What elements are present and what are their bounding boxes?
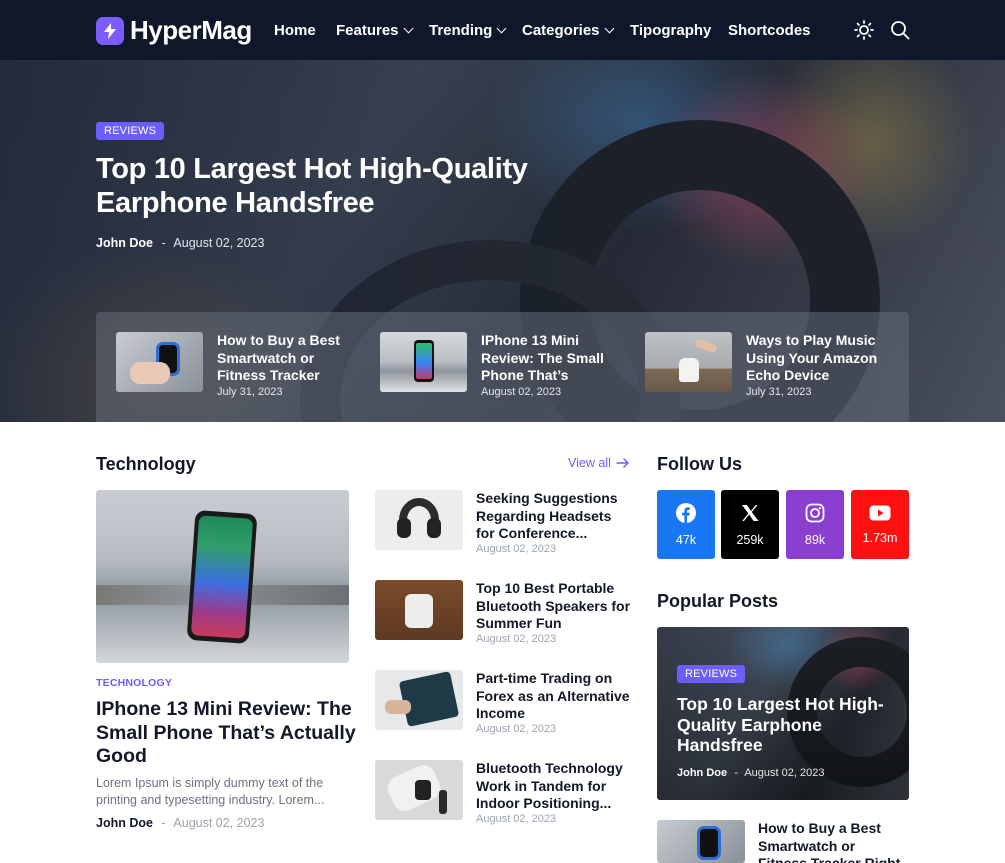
popular-list-item[interactable]: How to Buy a Best Smartwatch or Fitness … (657, 820, 908, 863)
post-date: August 02, 2023 (173, 236, 265, 250)
nav-item-home[interactable]: Home (274, 22, 316, 39)
strip-date: July 31, 2023 (746, 386, 812, 398)
tablet-trading-thumbnail (375, 670, 463, 730)
site-header: HyperMag Home Features Trending Categori… (0, 0, 1005, 60)
author-name[interactable]: John Doe (96, 816, 153, 830)
social-x[interactable]: 259k (721, 490, 779, 559)
strip-card[interactable]: IPhone 13 Mini Review: The Small Phone T… (380, 332, 627, 398)
hero-strip: How to Buy a Best Smartwatch or Fitness … (96, 312, 909, 422)
list-item[interactable]: Part-time Trading on Forex as an Alterna… (375, 670, 631, 735)
arrow-right-icon (616, 458, 629, 468)
strip-title[interactable]: IPhone 13 Mini Review: The Small Phone T… (481, 332, 627, 384)
smartwatch-thumbnail (116, 332, 203, 392)
featured-post-title[interactable]: IPhone 13 Mini Review: The Small Phone T… (96, 698, 356, 769)
meta-separator: - (161, 816, 166, 830)
logo-text: HyperMag (130, 15, 252, 45)
hero-title[interactable]: Top 10 Largest Hot High-Quality Earphone… (96, 152, 536, 220)
search-icon[interactable] (890, 20, 910, 40)
featured-post-meta: John Doe - August 02, 2023 (96, 816, 264, 830)
chevron-down-icon (604, 23, 614, 34)
strip-date: August 02, 2023 (481, 386, 562, 398)
chevron-down-icon (496, 23, 507, 34)
hero-banner[interactable]: REVIEWS Top 10 Largest Hot High-Quality … (0, 60, 1005, 422)
category-label[interactable]: TECHNOLOGY (96, 677, 172, 689)
author-name[interactable]: John Doe (96, 236, 153, 250)
nav-label: Tipography (630, 22, 712, 39)
headset-thumbnail (375, 490, 463, 550)
popular-post-meta: John Doe - August 02, 2023 (677, 767, 824, 779)
list-item[interactable]: Seeking Suggestions Regarding Headsets f… (375, 490, 631, 555)
list-title[interactable]: Seeking Suggestions Regarding Headsets f… (476, 490, 631, 542)
section-title-technology: Technology (96, 454, 196, 474)
speaker-thumbnail (375, 580, 463, 640)
section-title-popular-posts: Popular Posts (657, 591, 779, 611)
social-count: 1.73m (862, 530, 898, 545)
author-name[interactable]: John Doe (677, 767, 727, 779)
list-date: August 02, 2023 (476, 543, 557, 555)
list-date: August 02, 2023 (476, 633, 557, 645)
sun-icon[interactable] (854, 20, 874, 40)
nav-item-trending[interactable]: Trending (429, 22, 507, 39)
list-title[interactable]: Bluetooth Technology Work in Tandem for … (476, 760, 631, 812)
category-badge[interactable]: REVIEWS (96, 122, 165, 140)
meta-separator: - (734, 767, 738, 779)
popular-list-title[interactable]: How to Buy a Best Smartwatch or Fitness … (758, 820, 908, 863)
view-all-label: View all (568, 456, 611, 470)
section-title-follow-us: Follow Us (657, 454, 742, 474)
post-date: August 02, 2023 (744, 767, 825, 779)
list-item[interactable]: Bluetooth Technology Work in Tandem for … (375, 760, 631, 825)
nav-item-shortcodes[interactable]: Shortcodes (728, 22, 811, 39)
nav-label: Trending (429, 22, 493, 39)
social-instagram[interactable]: 89k (786, 490, 844, 559)
nav-item-tipography[interactable]: Tipography (630, 22, 711, 39)
nav-label: Shortcodes (728, 22, 811, 39)
smartwatch-wrist-thumbnail (375, 760, 463, 820)
social-youtube[interactable]: 1.73m (851, 490, 909, 559)
featured-post-excerpt: Lorem Ipsum is simply dummy text of the … (96, 776, 325, 807)
nav-label: Categories (522, 22, 600, 39)
hero-meta: John Doe - August 02, 2023 (96, 236, 264, 250)
youtube-icon (869, 505, 891, 520)
category-badge[interactable]: REVIEWS (677, 665, 746, 683)
instagram-icon (805, 503, 825, 522)
echo-device-thumbnail (645, 332, 732, 392)
smartwatch-thumbnail (657, 820, 745, 863)
strip-title[interactable]: How to Buy a Best Smartwatch or Fitness … (217, 332, 363, 384)
list-item[interactable]: Top 10 Best Portable Bluetooth Speakers … (375, 580, 631, 645)
social-count: 89k (804, 532, 826, 547)
iphone-thumbnail (380, 332, 467, 392)
strip-date: July 31, 2023 (217, 386, 283, 398)
popular-post-title[interactable]: Top 10 Largest Hot High-Quality Earphone… (677, 694, 892, 756)
social-count: 47k (675, 532, 697, 547)
view-all-link[interactable]: View all (568, 456, 629, 470)
list-title[interactable]: Top 10 Best Portable Bluetooth Speakers … (476, 580, 631, 632)
featured-post-image[interactable] (96, 490, 349, 663)
meta-separator: - (161, 236, 166, 250)
nav-item-features[interactable]: Features (336, 22, 413, 39)
nav-label: Home (274, 22, 316, 39)
logo[interactable]: HyperMag (96, 15, 252, 46)
list-title[interactable]: Part-time Trading on Forex as an Alterna… (476, 670, 631, 722)
social-count: 259k (736, 532, 764, 547)
list-date: August 02, 2023 (476, 813, 557, 825)
nav-item-categories[interactable]: Categories (522, 22, 614, 39)
chevron-down-icon (403, 23, 413, 34)
x-icon (742, 504, 759, 521)
strip-title[interactable]: Ways to Play Music Using Your Amazon Ech… (746, 332, 892, 384)
nav-label: Features (336, 22, 399, 39)
post-date: August 02, 2023 (173, 816, 265, 830)
list-date: August 02, 2023 (476, 723, 557, 735)
strip-card[interactable]: Ways to Play Music Using Your Amazon Ech… (645, 332, 892, 398)
strip-card[interactable]: How to Buy a Best Smartwatch or Fitness … (116, 332, 363, 398)
facebook-icon (676, 502, 696, 523)
social-facebook[interactable]: 47k (657, 490, 715, 559)
popular-post-card[interactable]: REVIEWS Top 10 Largest Hot High-Quality … (657, 627, 909, 800)
bolt-icon (96, 16, 124, 45)
